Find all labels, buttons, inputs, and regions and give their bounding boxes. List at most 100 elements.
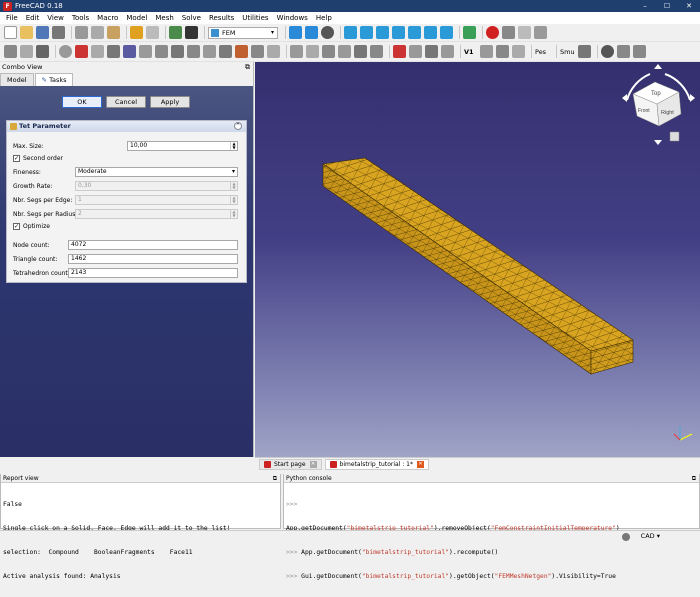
fem-utility-label[interactable]: Pes [535,48,553,56]
fit-all-icon[interactable] [289,26,302,39]
fixed-constraint-icon[interactable] [171,45,184,58]
tie-icon[interactable] [219,45,232,58]
displacement-icon[interactable] [187,45,200,58]
view-top-icon[interactable] [376,26,389,39]
nav-arrow-left-icon[interactable] [622,94,627,102]
float-icon[interactable]: ⧉ [692,474,696,483]
beam-icon[interactable] [139,45,152,58]
menu-file[interactable]: File [6,14,18,22]
solver-calculix-icon[interactable] [393,45,406,58]
postpipeline-icon[interactable] [512,45,525,58]
menu-model[interactable]: Model [126,14,147,22]
menu-windows[interactable]: Windows [277,14,308,22]
menu-view[interactable]: View [47,14,64,22]
print-icon[interactable] [52,26,65,39]
nav-arrow-right-icon[interactable] [690,94,695,102]
whats-this-icon[interactable] [185,26,198,39]
view-front-icon[interactable] [360,26,373,39]
view-right-icon[interactable] [392,26,405,39]
execute-macro-icon[interactable] [534,26,547,39]
plot-icon[interactable] [617,45,630,58]
cut-icon[interactable] [75,26,88,39]
menu-solve[interactable]: Solve [182,14,201,22]
mesh-display-icon[interactable] [370,45,383,58]
save-icon[interactable] [36,26,49,39]
result-purge-icon[interactable] [496,45,509,58]
result-show-icon[interactable] [480,45,493,58]
max-size-field[interactable]: 10,00 ▲ ▼ [127,141,238,151]
view-rear-icon[interactable] [408,26,421,39]
tab-start-page[interactable]: Start page ✕ [259,458,322,470]
open-file-icon[interactable] [20,26,33,39]
menu-help[interactable]: Help [316,14,332,22]
view-left-icon[interactable] [440,26,453,39]
temperature-icon[interactable] [235,45,248,58]
float-icon[interactable]: ⧉ [245,62,250,72]
cancel-button[interactable]: Cancel [106,96,146,108]
mesh-gmsh-icon[interactable] [306,45,319,58]
shell-icon[interactable] [155,45,168,58]
result-visual-label[interactable]: V1 [464,48,480,56]
close-tab-icon[interactable]: ✕ [309,460,317,468]
constraint-icon[interactable] [107,45,120,58]
mesh-netgen-icon[interactable] [290,45,303,58]
ok-button[interactable]: OK [62,96,102,108]
optimize-checkbox[interactable]: ✓ [13,223,20,230]
stop-macro-icon[interactable] [502,26,515,39]
contact-icon[interactable] [203,45,216,58]
undo-icon[interactable] [130,26,143,39]
nav-arrow-down-icon[interactable] [654,140,662,145]
mesh-region-icon[interactable] [322,45,335,58]
maximize-button[interactable]: ☐ [656,0,678,12]
nav-cube-menu-icon[interactable] [669,131,680,142]
part-icon[interactable] [4,45,17,58]
menu-mesh[interactable]: Mesh [155,14,173,22]
tab-tasks[interactable]: ✎ Tasks [34,73,74,86]
solid-icon[interactable] [91,45,104,58]
smu-label[interactable]: Smu [560,48,578,56]
fit-selection-icon[interactable] [305,26,318,39]
draw-style-icon[interactable] [321,26,334,39]
smu-icon[interactable] [578,45,591,58]
record-macro-icon[interactable] [486,26,499,39]
tab-model[interactable]: Model [0,73,34,86]
redo-icon[interactable] [146,26,159,39]
nav-arrow-up-icon[interactable] [654,64,662,69]
mesh-group-icon[interactable] [338,45,351,58]
mesh-clear-icon[interactable] [354,45,367,58]
solver-control-icon[interactable] [425,45,438,58]
python-console[interactable]: Python console ⧉ >>> App.getDocument("bim… [283,474,700,580]
mesh-strip[interactable] [322,157,634,375]
workbench-selector[interactable]: FEM ▾ [208,26,278,39]
spin-arrows-icon[interactable]: ▲ ▼ [230,142,237,150]
tab-bimetalstrip[interactable]: bimetalstrip_tutorial : 1* ✕ [324,458,430,470]
solver-run-icon[interactable] [441,45,454,58]
view-bottom-icon[interactable] [424,26,437,39]
float-icon[interactable]: ⧉ [273,474,277,483]
text-icon[interactable] [36,45,49,58]
new-file-icon[interactable] [4,26,17,39]
view-isometric-icon[interactable] [344,26,357,39]
3d-viewport[interactable]: Top Right Front [255,62,700,457]
force-icon[interactable] [267,45,280,58]
macros-icon[interactable] [518,26,531,39]
navigation-cube[interactable]: Top Right Front [622,64,695,145]
navigation-style-selector[interactable]: CAD ▾ [641,532,660,540]
material-icon[interactable] [123,45,136,58]
analysis-icon[interactable] [75,45,88,58]
menu-results[interactable]: Results [209,14,234,22]
close-button[interactable]: ✕ [678,0,700,12]
heatflux-icon[interactable] [251,45,264,58]
menu-macro[interactable]: Macro [97,14,118,22]
collapse-icon[interactable]: ^ [234,122,242,130]
refresh-icon[interactable] [169,26,182,39]
fineness-select[interactable]: Moderate ▾ [75,167,238,177]
settings-icon[interactable] [633,45,646,58]
close-tab-icon[interactable]: ✕ [417,460,425,468]
menu-utilities[interactable]: Utilities [242,14,268,22]
apply-button[interactable]: Apply [150,96,190,108]
measure-icon[interactable] [463,26,476,39]
globe-icon[interactable] [601,45,614,58]
paste-icon[interactable] [107,26,120,39]
sphere-icon[interactable] [59,45,72,58]
